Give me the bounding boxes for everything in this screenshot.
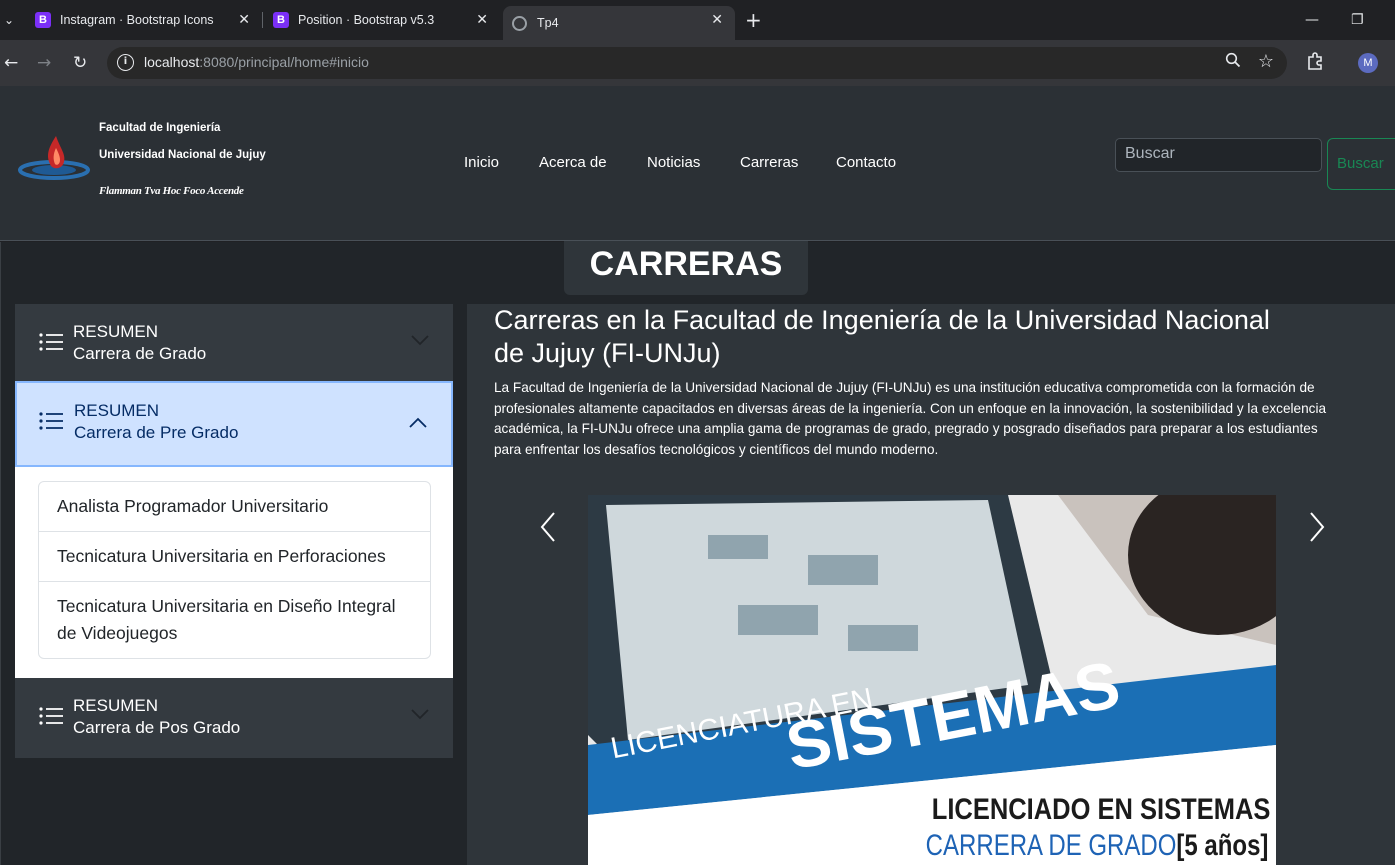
- accordion-header-pre-grado[interactable]: RESUMEN Carrera de Pre Grado: [15, 381, 453, 467]
- tab-separator: [262, 12, 263, 28]
- profile-avatar[interactable]: M: [1358, 53, 1378, 73]
- bookmark-star-icon[interactable]: ☆: [1258, 51, 1274, 72]
- close-tab-icon[interactable]: ✕: [476, 11, 488, 28]
- slide-caption-grade: CARRERA DE GRADO: [925, 829, 1176, 862]
- list-item[interactable]: Analista Programador Universitario: [39, 482, 430, 532]
- close-tab-icon[interactable]: ✕: [238, 11, 250, 28]
- browser-toolbar: ← → ↻ i localhost:8080/principal/home#in…: [0, 40, 1395, 86]
- fi-unju-logo-icon[interactable]: [18, 134, 94, 184]
- restore-window-icon[interactable]: ❐: [1351, 8, 1364, 32]
- browser-tab-3-active[interactable]: Tp4 ✕: [503, 6, 735, 40]
- minimize-icon[interactable]: —: [1305, 8, 1319, 32]
- url-host: localhost: [144, 54, 200, 70]
- new-tab-plus-icon[interactable]: +: [745, 8, 762, 32]
- bootstrap-favicon-icon: B: [273, 12, 289, 28]
- tab-title: Instagram · Bootstrap Icons: [60, 13, 214, 27]
- accordion-sublabel: Carrera de Pre Grado: [74, 423, 239, 442]
- brand-motto: Flamman Tva Hoc Foco Accende: [99, 185, 244, 197]
- close-tab-icon[interactable]: ✕: [711, 11, 723, 28]
- back-arrow-icon[interactable]: ←: [4, 51, 18, 75]
- list-icon: [39, 333, 63, 351]
- nav-noticias[interactable]: Noticias: [647, 154, 700, 171]
- chevron-down-icon: [411, 709, 429, 720]
- tab-title: Position · Bootstrap v5.3: [298, 13, 435, 27]
- accordion-label: RESUMEN: [74, 401, 160, 420]
- accordion-sublabel: Carrera de Pos Grado: [73, 718, 241, 737]
- tab-title: Tp4: [537, 16, 559, 30]
- content-heading: Carreras en la Facultad de Ingeniería de…: [494, 305, 1270, 368]
- content-panel: Carreras en la Facultad de Ingeniería de…: [467, 304, 1395, 865]
- reload-icon[interactable]: ↻: [73, 51, 87, 75]
- list-icon: [39, 707, 63, 725]
- nav-carreras[interactable]: Carreras: [740, 154, 798, 171]
- bootstrap-favicon-icon: B: [35, 12, 51, 28]
- browser-tab-1[interactable]: B Instagram · Bootstrap Icons ✕: [26, 6, 262, 34]
- careers-accordion: RESUMEN Carrera de Grado RESUMEN Carrera…: [15, 304, 453, 758]
- extensions-puzzle-icon[interactable]: [1305, 51, 1325, 76]
- zoom-magnifier-icon[interactable]: [1225, 52, 1241, 72]
- carousel-next-chevron-icon[interactable]: [1301, 507, 1331, 547]
- site-navbar: Facultad de Ingeniería Universidad Nacio…: [0, 86, 1395, 241]
- list-item[interactable]: Tecnicatura Universitaria en Diseño Inte…: [39, 582, 430, 658]
- list-item[interactable]: Tecnicatura Universitaria en Perforacion…: [39, 532, 430, 582]
- nav-contacto[interactable]: Contacto: [836, 154, 896, 171]
- content-paragraph: La Facultad de Ingeniería de la Universi…: [494, 380, 1327, 457]
- carousel-prev-chevron-icon[interactable]: [534, 507, 564, 547]
- brand-faculty: Facultad de Ingeniería: [99, 122, 221, 134]
- search-input[interactable]: Buscar: [1115, 138, 1322, 172]
- list-icon: [39, 412, 63, 430]
- carousel-slide: LICENCIATURA EN SISTEMAS LICENCIADO EN S…: [588, 495, 1276, 865]
- accordion-body-pre-grado: Analista Programador Universitario Tecni…: [15, 467, 453, 678]
- url-text[interactable]: localhost:8080/principal/home#inicio: [144, 54, 369, 70]
- address-bar[interactable]: i localhost:8080/principal/home#inicio ☆: [107, 47, 1287, 79]
- browser-tabstrip: ⌄ B Instagram · Bootstrap Icons ✕ B Posi…: [0, 0, 1395, 40]
- slide-caption-sub: CARRERA DE GRADO[5 años]: [925, 829, 1268, 863]
- accordion-label: RESUMEN: [73, 696, 159, 715]
- forward-arrow-icon[interactable]: →: [37, 51, 51, 75]
- browser-tab-2[interactable]: B Position · Bootstrap v5.3 ✕: [264, 6, 500, 34]
- accordion-header-pos-grado[interactable]: RESUMEN Carrera de Pos Grado: [15, 678, 453, 758]
- globe-icon: [512, 15, 527, 31]
- accordion-label: RESUMEN: [73, 322, 159, 341]
- nav-inicio[interactable]: Inicio: [464, 154, 499, 171]
- tab-search-chevron-icon[interactable]: ⌄: [0, 8, 18, 32]
- career-list: Analista Programador Universitario Tecni…: [38, 481, 431, 659]
- slide-caption-years: [5 años]: [1175, 829, 1268, 862]
- site-info-icon[interactable]: i: [117, 54, 134, 71]
- search-button[interactable]: Buscar: [1327, 138, 1395, 190]
- accordion-sublabel: Carrera de Grado: [73, 344, 207, 363]
- chevron-down-icon: [411, 335, 429, 346]
- brand-university: Universidad Nacional de Jujuy: [99, 149, 266, 161]
- slide-caption-title: LICENCIADO EN SISTEMAS: [931, 793, 1270, 826]
- chevron-up-icon: [409, 417, 427, 428]
- accordion-header-grado[interactable]: RESUMEN Carrera de Grado: [15, 304, 453, 381]
- url-path: :8080/principal/home#inicio: [199, 54, 369, 70]
- section-title: CARRERAS: [564, 241, 808, 295]
- nav-acerca-de[interactable]: Acerca de: [539, 154, 607, 171]
- page-body: CARRERAS RESUMEN Carrera de Grado RESUME…: [0, 241, 1395, 865]
